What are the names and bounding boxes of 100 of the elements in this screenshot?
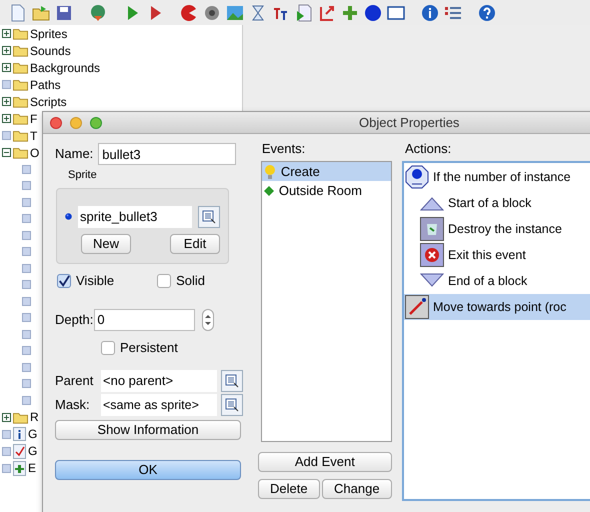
- folder-icon: [13, 112, 28, 125]
- tree-item-label[interactable]: G: [28, 442, 38, 460]
- action-label: Destroy the instance: [448, 220, 562, 238]
- checkbox[interactable]: [157, 274, 172, 288]
- picker-button[interactable]: [221, 394, 243, 416]
- action-row[interactable]: If the number of instance: [404, 164, 590, 190]
- name-label: Name:: [55, 145, 94, 164]
- checkbox-label: Solid: [176, 272, 205, 290]
- ok-button[interactable]: OK: [55, 460, 241, 480]
- action-row[interactable]: Start of a block: [404, 190, 590, 216]
- folder-icon: [13, 78, 28, 91]
- spinner[interactable]: [202, 308, 214, 330]
- tree-item-label[interactable]: Sprites: [30, 24, 68, 42]
- action-row[interactable]: End of a block: [404, 268, 590, 294]
- tree-bullet-icon: [2, 430, 11, 438]
- info-icon[interactable]: [420, 2, 440, 22]
- tree-bullet-icon: [22, 181, 31, 190]
- tree-item-label[interactable]: Scripts: [30, 92, 67, 110]
- checkbox[interactable]: [57, 274, 71, 288]
- tree-bullet-icon: [22, 264, 31, 273]
- add-event-button[interactable]: Add Event: [258, 452, 392, 472]
- tree-bullet-icon: [2, 446, 11, 456]
- tree-bullet-icon: [2, 131, 11, 140]
- tree-item-label[interactable]: R: [30, 408, 39, 426]
- tree-item-label[interactable]: G: [28, 425, 38, 443]
- expand-icon[interactable]: [2, 412, 11, 422]
- tree-item-label[interactable]: O: [30, 144, 40, 162]
- tree-bullet-icon: [22, 396, 31, 405]
- lightbulb-icon: [264, 164, 276, 180]
- folder-icon: [13, 129, 28, 142]
- sphere-icon[interactable]: [363, 2, 383, 22]
- tree-bullet-icon: [22, 164, 31, 174]
- name-field[interactable]: bullet3: [98, 143, 236, 165]
- picker-button[interactable]: [198, 206, 220, 228]
- tree-bullet-icon: [22, 313, 31, 322]
- delete-button[interactable]: Delete: [258, 479, 320, 499]
- diamond-icon: [264, 186, 274, 196]
- checkbox[interactable]: [101, 340, 115, 354]
- event-label: Outside Room: [278, 182, 362, 200]
- tree-item-label[interactable]: Backgrounds: [30, 58, 100, 76]
- event-label: Create: [280, 162, 320, 181]
- events-label: Events:: [260, 140, 306, 158]
- tree-item-label[interactable]: Sounds: [30, 42, 71, 60]
- event-item[interactable]: Create: [262, 162, 391, 181]
- event-item[interactable]: Outside Room: [262, 181, 391, 200]
- picker-button[interactable]: [221, 370, 243, 392]
- expand-icon[interactable]: [2, 114, 11, 123]
- depth-label: Depth:: [55, 310, 94, 329]
- collapse-icon[interactable]: [2, 148, 11, 157]
- up-triangle-icon: [420, 195, 444, 211]
- folder-icon: [13, 146, 28, 159]
- action-label: End of a block: [448, 272, 528, 290]
- window-title: Object Properties: [359, 114, 460, 132]
- tree-bullet-icon: [22, 280, 31, 290]
- checkmark-document-icon: [13, 444, 26, 458]
- zoom-button[interactable]: [90, 116, 102, 128]
- mask-label: Mask:: [55, 396, 91, 414]
- tree-bullet-icon: [22, 247, 31, 256]
- action-row[interactable]: Exit this event: [404, 242, 590, 268]
- list-magnifier-icon: [225, 374, 239, 388]
- tree-item-label[interactable]: T: [30, 126, 38, 144]
- mask-field[interactable]: <same as sprite>: [101, 394, 217, 416]
- help-icon[interactable]: [477, 2, 497, 22]
- tree-bullet-icon: [22, 346, 31, 356]
- folder-icon: [13, 27, 28, 40]
- depth-field[interactable]: 0: [94, 308, 196, 330]
- globe-icon[interactable]: [88, 2, 108, 22]
- tree-bullet-icon: [22, 296, 31, 306]
- tree-item-label[interactable]: Paths: [30, 76, 61, 94]
- new-button[interactable]: New: [81, 234, 131, 254]
- checkbox-label: Persistent: [120, 338, 178, 357]
- tree-bullet-icon: [22, 198, 31, 207]
- expand-icon[interactable]: [2, 63, 11, 72]
- actions-label: Actions:: [404, 140, 452, 158]
- tree-bullet-icon: [22, 379, 31, 388]
- pacman-icon[interactable]: [179, 2, 199, 22]
- info-icon: [13, 427, 26, 441]
- tree-item-label[interactable]: E: [28, 459, 36, 477]
- checkbox-label: Visible: [76, 272, 114, 290]
- action-row[interactable]: Move towards point (roc: [404, 294, 590, 320]
- parent-field[interactable]: <no parent>: [101, 370, 217, 392]
- tree-item-label[interactable]: F: [30, 110, 38, 128]
- change-button[interactable]: Change: [322, 479, 392, 499]
- parent-label: Parent: [55, 372, 94, 390]
- action-label: Exit this event: [448, 246, 526, 264]
- folder-icon: [13, 44, 28, 57]
- expand-icon[interactable]: [2, 46, 11, 55]
- list-magnifier-icon: [225, 398, 239, 412]
- action-row[interactable]: Destroy the instance: [404, 216, 590, 242]
- group-label: Sprite: [67, 168, 98, 183]
- action-label: Start of a block: [448, 194, 532, 212]
- close-button[interactable]: [50, 116, 62, 128]
- tree-bullet-icon: [22, 330, 31, 339]
- expand-icon[interactable]: [2, 29, 11, 38]
- expand-icon[interactable]: [2, 97, 11, 106]
- tree-bullet-icon: [22, 214, 31, 224]
- down-triangle-icon: [420, 273, 444, 289]
- show-information-button[interactable]: Show Information: [55, 420, 241, 440]
- sprite-field[interactable]: sprite_bullet3: [78, 206, 192, 228]
- edit-button[interactable]: Edit: [170, 234, 220, 254]
